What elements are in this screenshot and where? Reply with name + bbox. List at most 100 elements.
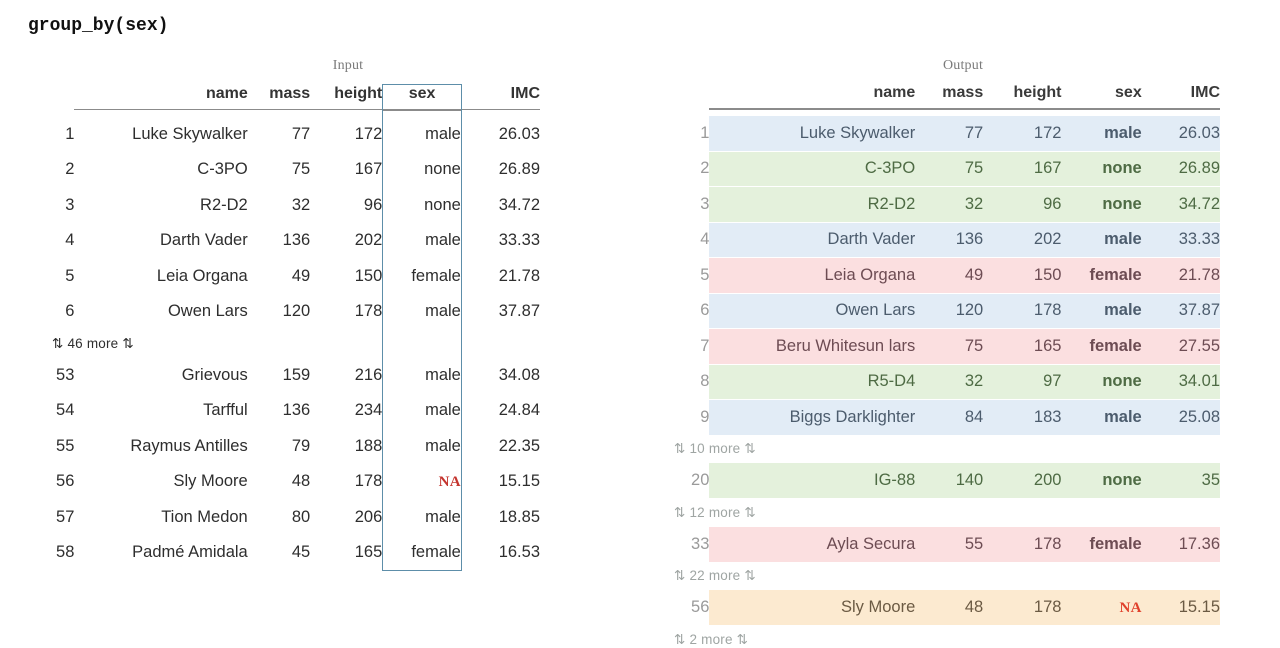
cell-imc: 15.15 bbox=[1141, 590, 1220, 627]
table-row: 1 Luke Skywalker 77 172 male 26.03 bbox=[20, 116, 540, 153]
cell-imc: 21.78 bbox=[1141, 257, 1220, 294]
cell-mass: 77 bbox=[915, 115, 984, 152]
cell-height: 202 bbox=[983, 222, 1062, 259]
cell-sex: female bbox=[1061, 328, 1142, 365]
row-number: 54 bbox=[56, 401, 75, 420]
cell-height: 178 bbox=[983, 526, 1062, 563]
cell-sex: male bbox=[382, 428, 462, 465]
input-header-name[interactable]: name bbox=[74, 84, 248, 117]
output-header-mass[interactable]: mass bbox=[915, 84, 984, 116]
cell-mass: 49 bbox=[291, 266, 311, 285]
cell-height: 200 bbox=[983, 463, 1062, 500]
row-number: 2 bbox=[700, 159, 710, 178]
cell-sex: male bbox=[382, 357, 462, 394]
cell-height: 178 bbox=[983, 590, 1062, 627]
cell-name: Tarfful bbox=[203, 401, 248, 420]
input-header-mass[interactable]: mass bbox=[247, 85, 311, 117]
cell-height: 96 bbox=[363, 195, 383, 214]
table-row: 2 C-3PO 75 167 none 26.89 bbox=[20, 152, 540, 188]
table-row: 33 Ayla Secura 55 178 female 17.36 bbox=[660, 526, 1220, 563]
cell-imc: 26.03 bbox=[1141, 115, 1220, 152]
row-number: 56 bbox=[691, 598, 710, 617]
cell-mass: 49 bbox=[915, 257, 984, 294]
more-rows-indicator[interactable]: ⇅ 46 more ⇅ bbox=[20, 329, 540, 358]
cell-height: 178 bbox=[983, 293, 1062, 330]
row-number: 3 bbox=[700, 194, 710, 213]
cell-height: 150 bbox=[354, 266, 383, 285]
cell-name: C-3PO bbox=[709, 151, 916, 188]
cell-name: Padmé Amidala bbox=[132, 543, 248, 562]
cell-imc: 34.08 bbox=[498, 365, 540, 384]
cell-mass: 84 bbox=[915, 399, 984, 436]
na-value: NA bbox=[438, 474, 461, 491]
output-header-sex[interactable]: sex bbox=[1061, 84, 1142, 116]
cell-sex: male bbox=[1061, 222, 1142, 259]
more-rows-indicator[interactable]: ⇅ 10 more ⇅ bbox=[660, 435, 1220, 463]
cell-imc: 25.08 bbox=[1141, 399, 1220, 436]
more-rows-indicator[interactable]: ⇅ 12 more ⇅ bbox=[660, 499, 1220, 527]
input-header-imc-label: IMC bbox=[510, 84, 540, 102]
cell-imc: 22.35 bbox=[498, 436, 540, 455]
cell-height: 97 bbox=[983, 364, 1062, 401]
cell-height: 167 bbox=[983, 151, 1062, 188]
cell-mass: 32 bbox=[291, 195, 311, 214]
cell-sex: none bbox=[1061, 364, 1142, 401]
cell-sex: female bbox=[1061, 526, 1142, 563]
more-rows-label: ⇅ 22 more ⇅ bbox=[674, 568, 756, 584]
output-header-imc-label: IMC bbox=[1190, 84, 1220, 101]
page-title: group_by(sex) bbox=[28, 16, 169, 36]
more-rows-label: ⇅ 12 more ⇅ bbox=[674, 504, 756, 520]
cell-mass: 48 bbox=[291, 472, 311, 491]
output-table-head: name mass height sex IMC bbox=[660, 84, 1220, 116]
cell-imc: 16.53 bbox=[498, 543, 540, 562]
cell-imc: 27.55 bbox=[1141, 328, 1220, 365]
cell-height: 216 bbox=[354, 365, 383, 384]
row-number: 5 bbox=[65, 266, 75, 285]
output-header-imc[interactable]: IMC bbox=[1141, 84, 1220, 116]
input-table: name mass height sex IMC 1 Luke Skywalke… bbox=[20, 83, 540, 572]
table-row: 57 Tion Medon 80 206 male 18.85 bbox=[20, 499, 540, 536]
table-row: 56 Sly Moore 48 178 NA 15.15 bbox=[20, 464, 540, 500]
cell-sex: NA bbox=[1061, 590, 1142, 627]
cell-mass: 120 bbox=[915, 293, 984, 330]
cell-mass: 136 bbox=[915, 222, 984, 259]
output-header-mass-label: mass bbox=[942, 84, 984, 101]
cell-height: 172 bbox=[354, 124, 383, 143]
input-header-name-label: name bbox=[205, 84, 248, 102]
input-header-sex[interactable]: sex bbox=[382, 83, 462, 117]
cell-imc: 37.87 bbox=[1141, 293, 1220, 330]
cell-height: 150 bbox=[983, 257, 1062, 294]
row-number: 5 bbox=[700, 265, 710, 284]
table-row: 3 R2-D2 32 96 none 34.72 bbox=[20, 187, 540, 224]
more-rows-indicator[interactable]: ⇅ 2 more ⇅ bbox=[660, 626, 1220, 648]
row-number: 3 bbox=[65, 195, 75, 214]
table-row: 56 Sly Moore 48 178 NA 15.15 bbox=[660, 590, 1220, 627]
output-header-name[interactable]: name bbox=[709, 84, 916, 116]
cell-height: 165 bbox=[354, 543, 383, 562]
cell-sex: male bbox=[382, 294, 462, 330]
na-value: NA bbox=[1119, 600, 1142, 617]
output-header-height[interactable]: height bbox=[983, 84, 1062, 116]
table-row: 58 Padmé Amidala 45 165 female 16.53 bbox=[20, 535, 540, 572]
output-table-body: 1 Luke Skywalker 77 172 male 26.03 2 C-3PO 75 167… bbox=[660, 115, 1220, 648]
input-header-height[interactable]: height bbox=[310, 85, 383, 117]
cell-mass: 55 bbox=[915, 526, 984, 563]
cell-name: Owen Lars bbox=[709, 293, 916, 330]
input-header-sex-label: sex bbox=[408, 85, 436, 102]
cell-sex: male bbox=[382, 223, 462, 259]
cell-name: Leia Organa bbox=[709, 257, 916, 294]
input-header-height-label: height bbox=[334, 84, 383, 102]
cell-name: Tion Medon bbox=[161, 507, 248, 526]
cell-imc: 33.33 bbox=[498, 231, 540, 250]
row-number: 1 bbox=[700, 123, 710, 142]
cell-height: 167 bbox=[354, 160, 383, 179]
cell-height: 96 bbox=[983, 186, 1062, 223]
input-header-imc[interactable]: IMC bbox=[461, 85, 540, 117]
row-number: 7 bbox=[700, 336, 710, 355]
cell-mass: 77 bbox=[291, 124, 311, 143]
cell-mass: 48 bbox=[915, 590, 984, 627]
row-number: 4 bbox=[700, 230, 710, 249]
more-rows-indicator[interactable]: ⇅ 22 more ⇅ bbox=[660, 562, 1220, 590]
table-row: 6 Owen Lars 120 178 male 37.87 bbox=[20, 294, 540, 330]
cell-imc: 17.36 bbox=[1141, 526, 1220, 563]
